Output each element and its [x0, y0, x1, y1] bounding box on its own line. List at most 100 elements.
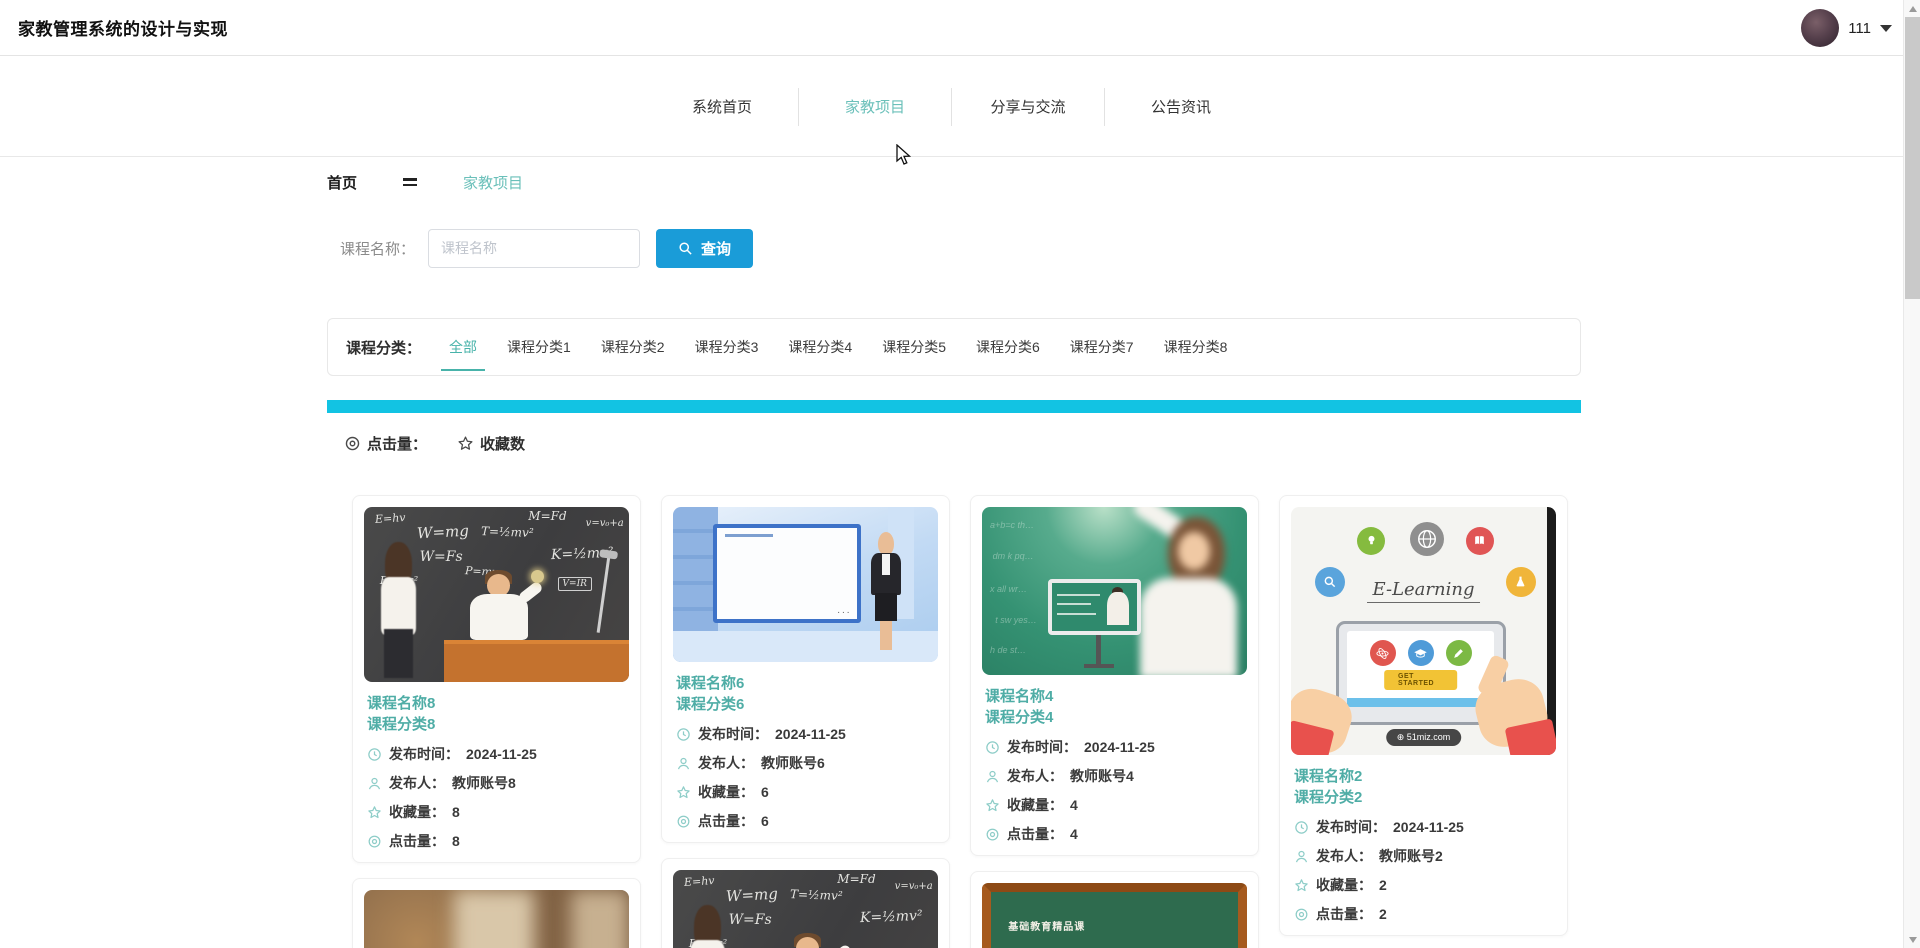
- course-publish-time: 发布时间： 2024-11-25: [1291, 817, 1556, 837]
- course-title[interactable]: 课程名称8: [364, 693, 629, 714]
- nav-item-tutoring-projects[interactable]: 家教项目: [799, 92, 951, 121]
- grid-column-3: a+b=c th… dm k pq… x all wr… t sw yes… h…: [970, 495, 1259, 948]
- publish-time-value: 2024-11-25: [1084, 739, 1155, 755]
- grid-column-1: E=hv W=mg W=Fs T=½mv² M=Fd v=v₀+a K=½mv²…: [352, 495, 641, 948]
- star-icon: [1295, 878, 1308, 891]
- search-bar: 课程名称： 查询: [340, 228, 754, 268]
- breadcrumb-separator-icon: [403, 175, 418, 189]
- category-option-4[interactable]: 课程分类4: [786, 335, 854, 359]
- clicks-value: 6: [761, 813, 769, 829]
- scroll-up-icon: [1908, 5, 1917, 12]
- star-icon: [368, 805, 381, 818]
- course-publisher: 发布人： 教师账号2: [1291, 846, 1556, 866]
- course-publish-time: 发布时间： 2024-11-25: [982, 737, 1247, 757]
- category-option-6[interactable]: 课程分类6: [974, 335, 1042, 359]
- course-title[interactable]: 课程名称6: [673, 673, 938, 694]
- breadcrumb-home[interactable]: 首页: [327, 172, 357, 193]
- star-icon: [458, 435, 473, 450]
- course-title[interactable]: 课程名称4: [982, 686, 1247, 707]
- breadcrumb-current[interactable]: 家教项目: [463, 172, 523, 193]
- figure-presenter: [869, 531, 903, 650]
- chevron-down-icon: [1880, 24, 1892, 32]
- user-menu[interactable]: 111: [1801, 0, 1892, 56]
- category-option-3[interactable]: 课程分类3: [693, 335, 761, 359]
- favorites-value: 4: [1070, 797, 1078, 813]
- favorites-label: 收藏量：: [698, 784, 754, 800]
- clock-icon: [1295, 820, 1308, 834]
- flask-badge-icon: [1505, 566, 1536, 597]
- chalk-scribble: a+b=c th…: [989, 520, 1034, 531]
- course-favorites: 收藏量： 4: [982, 795, 1247, 815]
- chalk-formula: V=IR: [557, 577, 592, 591]
- nav-item-home[interactable]: 系统首页: [646, 92, 798, 121]
- course-category[interactable]: 课程分类6: [673, 694, 938, 715]
- publish-time-value: 2024-11-25: [466, 746, 537, 762]
- course-image-chalkboard: E=hv W=mg W=Fs T=½mv² M=Fd v=v₀+a K=½mv²…: [364, 507, 629, 682]
- course-publish-time: 发布时间： 2024-11-25: [673, 724, 938, 744]
- graduation-cap-app-icon: [1407, 640, 1434, 666]
- category-option-2[interactable]: 课程分类2: [599, 335, 667, 359]
- sort-by-clicks[interactable]: 点击量：: [344, 433, 427, 454]
- course-favorites: 收藏量： 6: [673, 782, 938, 802]
- search-label: 课程名称：: [340, 240, 416, 258]
- course-card-partial-chalkboard[interactable]: E=hv W=mg W=Fs T=½mv² M=Fd v=v₀+a K=½mv²…: [661, 858, 950, 948]
- eye-icon: [677, 815, 690, 827]
- person-icon: [368, 777, 381, 789]
- search-button[interactable]: 查询: [656, 228, 754, 268]
- desk-shape: [443, 640, 629, 682]
- course-card-8[interactable]: E=hv W=mg W=Fs T=½mv² M=Fd v=v₀+a K=½mv²…: [352, 495, 641, 863]
- course-category[interactable]: 课程分类4: [982, 707, 1247, 728]
- publisher-label: 发布人：: [1007, 768, 1063, 784]
- chalk-formula: W=mg: [416, 521, 470, 543]
- scrollbar-down-button[interactable]: [1904, 931, 1920, 948]
- publisher-label: 发布人：: [389, 775, 445, 791]
- category-option-all[interactable]: 全部: [441, 335, 486, 371]
- publish-time-value: 2024-11-25: [1393, 819, 1464, 835]
- course-card-6[interactable]: ... 课程名称6 课程分类6 发布时间： 2024-11-25 发布人： 教师账号…: [661, 495, 950, 843]
- category-filter-label: 课程分类：: [346, 339, 422, 357]
- course-card-4[interactable]: a+b=c th… dm k pq… x all wr… t sw yes… h…: [970, 495, 1259, 856]
- search-input[interactable]: [428, 228, 641, 268]
- category-option-1[interactable]: 课程分类1: [505, 335, 573, 359]
- publish-time-label: 发布时间：: [1316, 819, 1386, 835]
- search-button-label: 查询: [701, 240, 732, 258]
- search-icon: [679, 241, 692, 255]
- category-option-8[interactable]: 课程分类8: [1162, 335, 1230, 359]
- course-title[interactable]: 课程名称2: [1291, 766, 1556, 787]
- course-clicks: 点击量： 2: [1291, 904, 1556, 924]
- scrollbar-thumb[interactable]: [1905, 17, 1920, 299]
- course-image-studio: ...: [673, 507, 938, 662]
- eye-icon: [986, 828, 999, 840]
- course-image-lesson-board: 基础教育精品课 线段直线射线角（第一课时）: [982, 883, 1247, 948]
- nav-item-announcements[interactable]: 公告资讯: [1105, 92, 1257, 121]
- course-card-partial-lesson[interactable]: 基础教育精品课 线段直线射线角（第一课时）: [970, 871, 1259, 948]
- tripod-shape: [1095, 634, 1101, 669]
- username[interactable]: 111: [1848, 20, 1871, 37]
- clicks-value: 4: [1070, 826, 1078, 842]
- course-card-2[interactable]: E-Learning GET STARTED ⊕ 51miz.com 课程名称2…: [1279, 495, 1568, 936]
- clicks-value: 8: [452, 833, 460, 849]
- atom-app-icon: [1369, 640, 1396, 666]
- course-category[interactable]: 课程分类2: [1291, 787, 1556, 808]
- figure-boy: [774, 933, 853, 948]
- avatar[interactable]: [1801, 9, 1840, 47]
- category-option-7[interactable]: 课程分类7: [1068, 335, 1136, 359]
- blur-shape: [454, 890, 534, 948]
- course-publish-time: 发布时间： 2024-11-25: [364, 744, 629, 764]
- scrollbar-up-button[interactable]: [1904, 0, 1920, 17]
- clock-icon: [368, 747, 381, 761]
- sort-by-favorites[interactable]: 收藏数: [457, 433, 525, 454]
- favorites-label: 收藏量：: [1316, 877, 1372, 893]
- publish-time-label: 发布时间：: [389, 746, 459, 762]
- chalk-scribble: dm k pq…: [992, 550, 1034, 561]
- grid-column-2: ... 课程名称6 课程分类6 发布时间： 2024-11-25 发布人： 教师账号…: [661, 495, 950, 948]
- nav-item-share-exchange[interactable]: 分享与交流: [952, 92, 1104, 121]
- black-edge-shape: [1546, 507, 1556, 755]
- chalk-formula: W=mg: [725, 884, 779, 906]
- category-option-5[interactable]: 课程分类5: [880, 335, 948, 359]
- course-card-partial-room[interactable]: [352, 878, 641, 948]
- chalk-formula: v=v₀+a: [894, 880, 933, 892]
- publisher-value: 教师账号6: [761, 755, 825, 771]
- course-category[interactable]: 课程分类8: [364, 714, 629, 735]
- clicks-label: 点击量：: [1316, 906, 1372, 922]
